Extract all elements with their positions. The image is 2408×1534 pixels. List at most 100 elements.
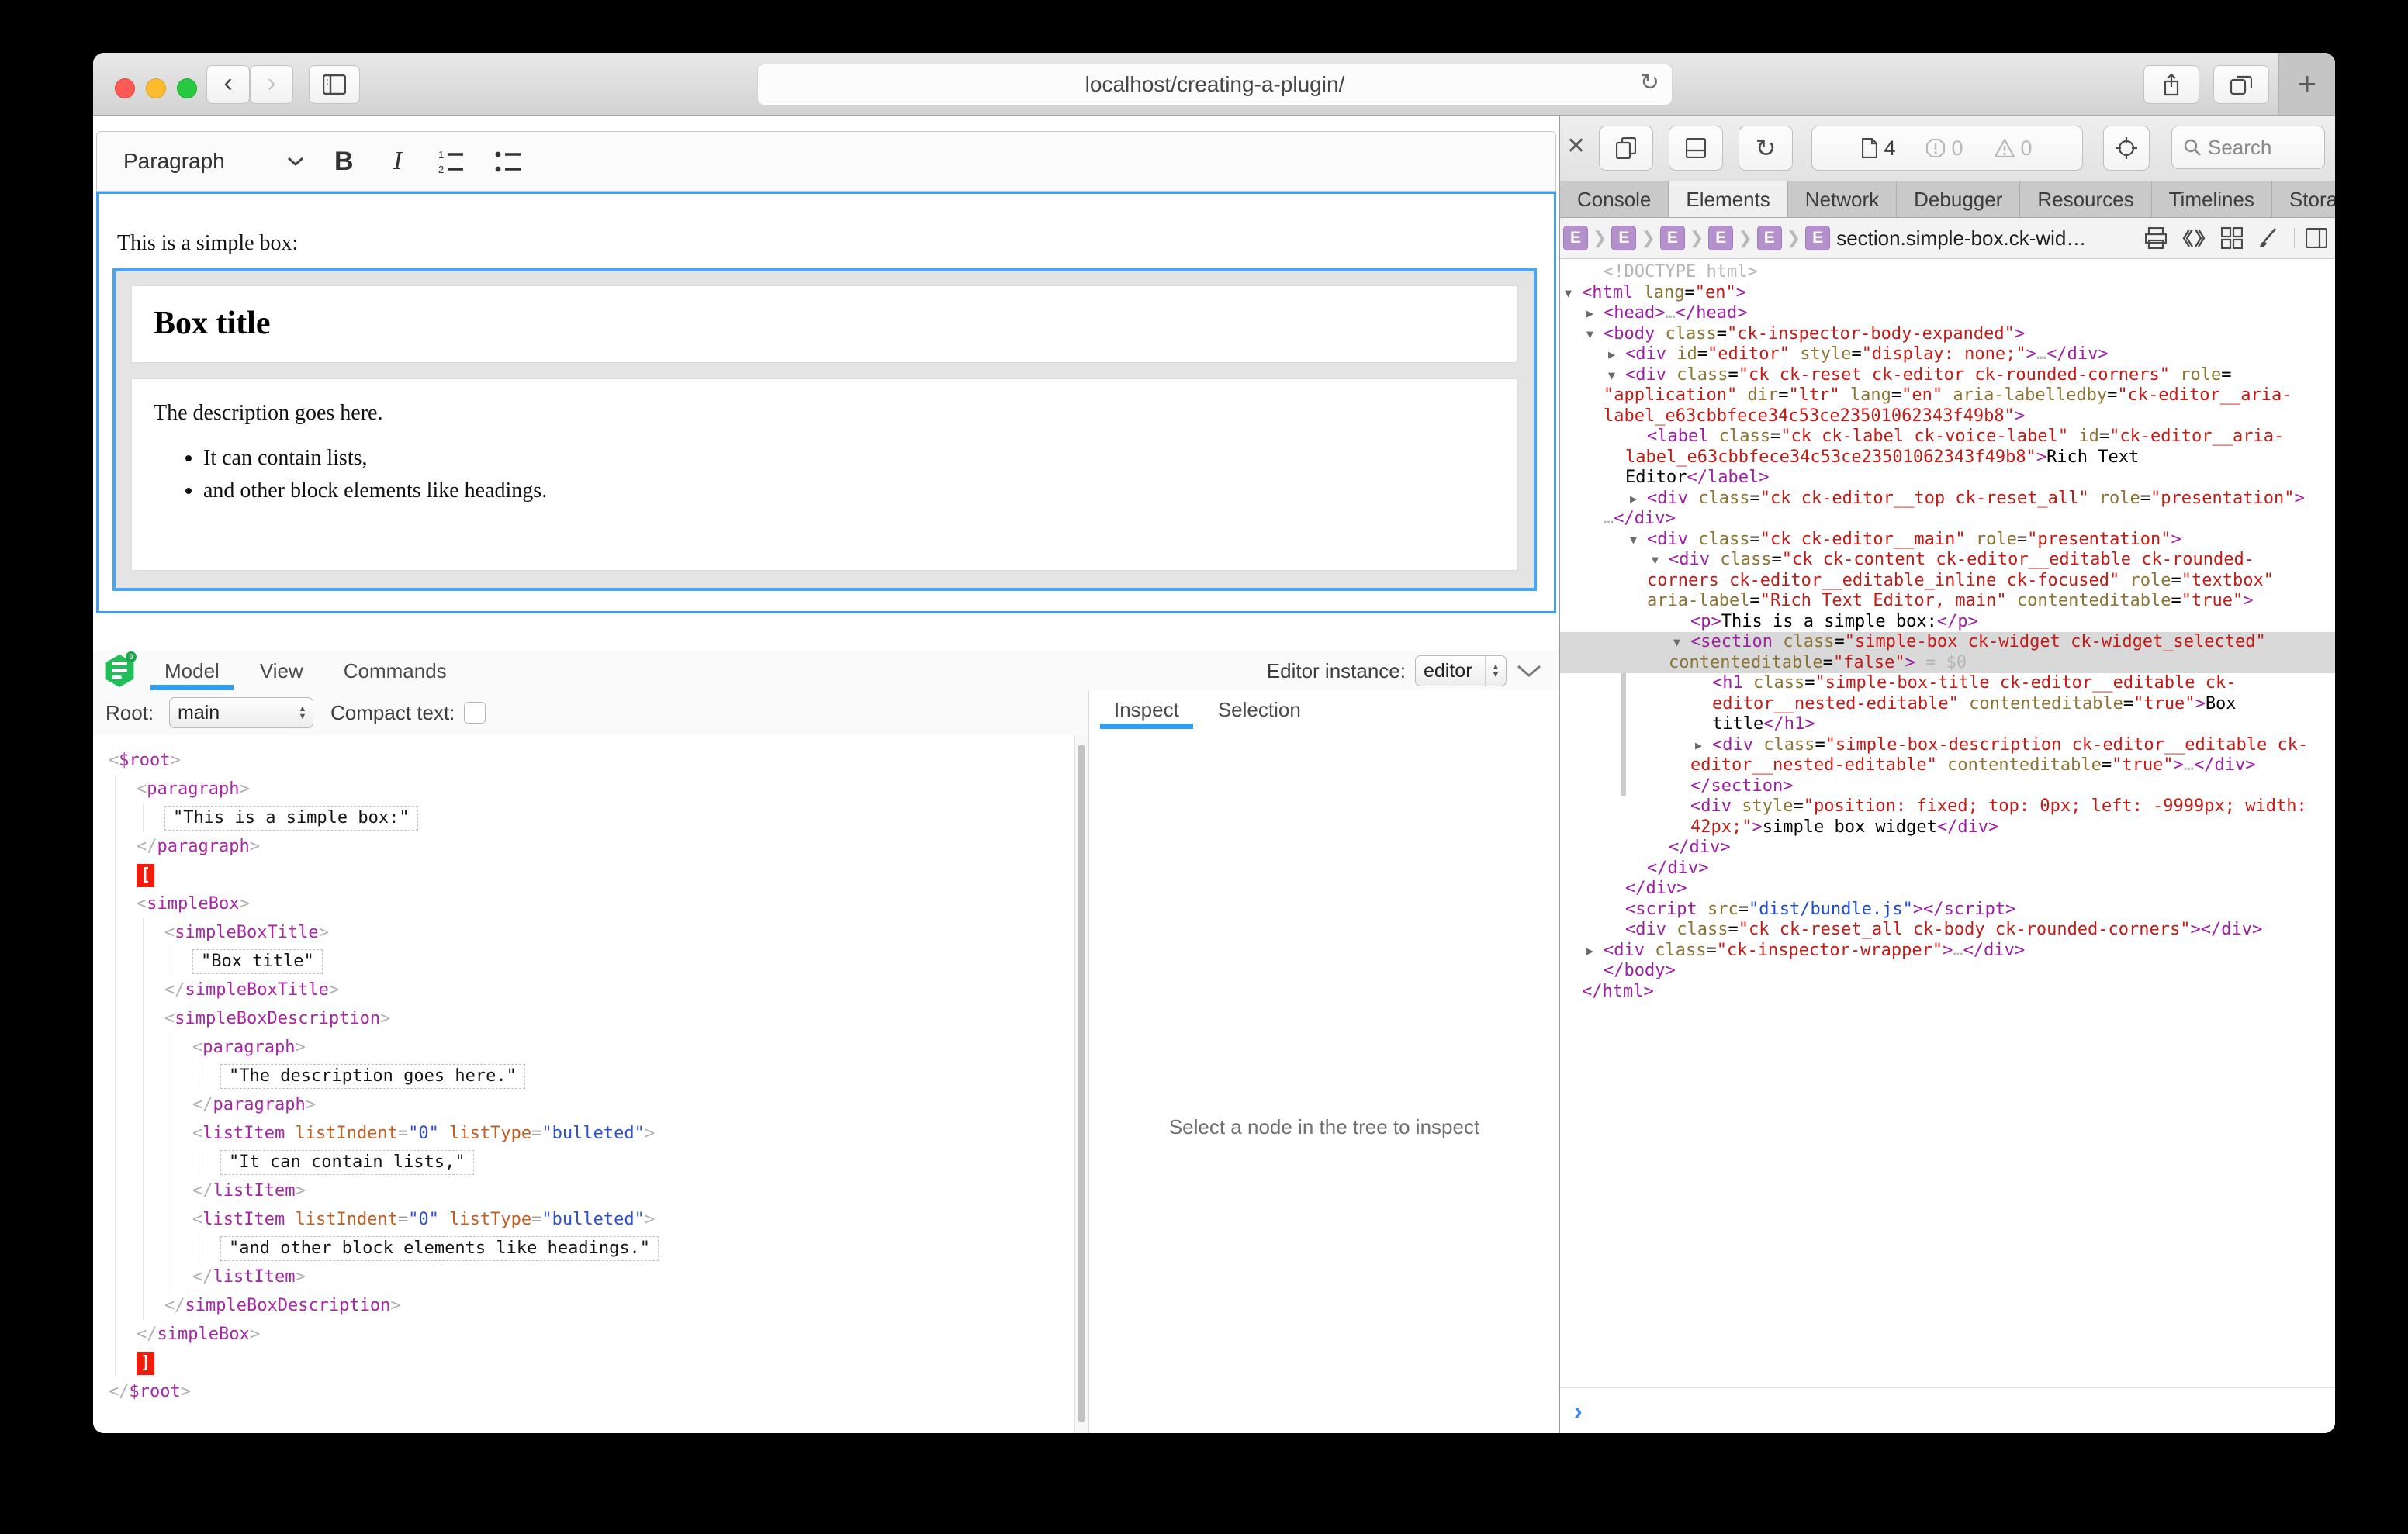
editor-editable-area[interactable]: This is a simple box: Box title The desc… xyxy=(96,192,1556,613)
inspector-tab-view[interactable]: View xyxy=(257,651,306,690)
dom-tree-row[interactable]: Editor</label> xyxy=(1560,468,2335,489)
reload-icon[interactable]: ↻ xyxy=(1640,69,1659,96)
model-tree-row[interactable]: <simpleBox> xyxy=(93,890,1074,918)
dom-tree-row[interactable]: aria-label="Rich Text Editor, main" cont… xyxy=(1560,591,2335,612)
breadcrumb-element-badge[interactable]: E xyxy=(1805,226,1830,250)
editor-instance-select[interactable]: editor ▲▼ xyxy=(1415,655,1507,686)
tree-scrollbar[interactable] xyxy=(1074,735,1089,1433)
breadcrumb-element-badge[interactable]: E xyxy=(1757,226,1782,250)
dom-tree-row[interactable]: </div> xyxy=(1560,879,2335,900)
dom-tree-row[interactable]: corners ck-editor__editable_inline ck-fo… xyxy=(1560,571,2335,592)
bold-button[interactable]: B xyxy=(334,132,354,191)
model-tree-row[interactable]: <listItem listIndent="0" listType="bulle… xyxy=(93,1119,1074,1148)
model-tree-row[interactable]: <simpleBoxDescription> xyxy=(93,1004,1074,1033)
description-list-item[interactable]: It can contain lists, xyxy=(203,446,1517,471)
side-tab-selection[interactable]: Selection xyxy=(1215,690,1304,729)
new-tab-button[interactable]: + xyxy=(2278,53,2335,115)
collapse-node-icon[interactable]: ▼ xyxy=(1565,283,1572,304)
breadcrumb-element-badge[interactable]: E xyxy=(1611,226,1636,250)
zoom-window-button[interactable] xyxy=(177,78,197,98)
collapse-node-icon[interactable]: ▼ xyxy=(1608,365,1615,386)
breadcrumb-element-badge[interactable]: E xyxy=(1708,226,1733,250)
model-tree-row[interactable]: </paragraph> xyxy=(93,1090,1074,1119)
dom-tree-row[interactable]: ▼<div class="ck ck-content ck-editor__ed… xyxy=(1560,550,2335,571)
model-tree-row[interactable]: </listItem> xyxy=(93,1263,1074,1291)
side-tab-inspect[interactable]: Inspect xyxy=(1111,690,1182,729)
devtools-tab-elements[interactable]: Elements xyxy=(1669,181,1787,217)
model-tree-row[interactable]: <$root> xyxy=(93,746,1074,775)
model-text-node[interactable]: "The description goes here." xyxy=(220,1064,525,1089)
description-paragraph[interactable]: The description goes here. xyxy=(132,379,1517,426)
model-text-node[interactable]: "Box title" xyxy=(192,949,323,974)
reload-page-button[interactable]: ↻ xyxy=(1739,126,1793,171)
simple-box-description-editable[interactable]: The description goes here. It can contai… xyxy=(131,378,1518,571)
styles-brush-icon[interactable] xyxy=(2258,227,2278,249)
dom-tree-row[interactable]: ▼<div class="ck ck-editor__main" role="p… xyxy=(1560,530,2335,551)
collapse-node-icon[interactable]: ▼ xyxy=(1673,632,1680,653)
bulleted-list-button[interactable] xyxy=(494,132,525,191)
dom-tree-row[interactable]: ▼<div class="ck ck-reset ck-editor ck-ro… xyxy=(1560,365,2335,386)
model-text-node[interactable]: "and other block elements like headings.… xyxy=(220,1236,659,1261)
dom-tree-row[interactable]: </body> xyxy=(1560,961,2335,982)
details-sidebar-icon[interactable] xyxy=(2294,228,2327,248)
model-tree-row[interactable]: "This is a simple box:" xyxy=(93,803,1074,832)
devtools-tab-console[interactable]: Console xyxy=(1560,181,1669,217)
model-tree-row[interactable]: </simpleBoxDescription> xyxy=(93,1291,1074,1320)
model-tree-row[interactable]: <listItem listIndent="0" listType="bulle… xyxy=(93,1205,1074,1234)
model-tree-row[interactable]: "The description goes here." xyxy=(93,1062,1074,1090)
dom-tree-row[interactable]: editor__nested-editable" contenteditable… xyxy=(1560,755,2335,776)
dom-tree-row[interactable]: editor__nested-editable" contenteditable… xyxy=(1560,694,2335,715)
dom-tree-row[interactable]: </div> xyxy=(1560,838,2335,859)
dom-tree-row[interactable]: <div class="ck ck-reset_all ck-body ck-r… xyxy=(1560,920,2335,941)
model-tree-row[interactable]: "and other block elements like headings.… xyxy=(93,1234,1074,1263)
dom-tree-row[interactable]: </section> xyxy=(1560,776,2335,797)
collapse-inspector-chevron-icon[interactable] xyxy=(1516,664,1542,678)
sidebar-button[interactable] xyxy=(309,65,360,104)
issues-summary-button[interactable]: 4 0 0 xyxy=(1811,126,2083,171)
description-list-item[interactable]: and other block elements like headings. xyxy=(203,479,1517,503)
tree-scrollbar-thumb[interactable] xyxy=(1078,745,1085,1422)
close-devtools-button[interactable]: ✕ xyxy=(1566,133,1586,160)
expand-node-icon[interactable]: ▶ xyxy=(1608,344,1615,365)
italic-button[interactable]: I xyxy=(393,132,402,191)
dom-tree-row[interactable]: ▼<body class="ck-inspector-body-expanded… xyxy=(1560,324,2335,345)
collapse-node-icon[interactable]: ▼ xyxy=(1630,530,1637,551)
dom-tree-row[interactable]: ▶<div class="ck ck-editor__top ck-reset_… xyxy=(1560,489,2335,510)
devtools-tab-resources[interactable]: Resources xyxy=(2020,181,2151,217)
print-styles-icon[interactable] xyxy=(2145,227,2167,249)
model-text-node[interactable]: "This is a simple box:" xyxy=(164,806,418,831)
model-tree-row[interactable]: "It can contain lists," xyxy=(93,1148,1074,1176)
quick-console[interactable]: › xyxy=(1560,1387,2335,1433)
dom-tree-row[interactable]: title</h1> xyxy=(1560,714,2335,735)
expand-node-icon[interactable]: ▶ xyxy=(1586,303,1593,324)
search-field[interactable]: Search xyxy=(2171,126,2325,169)
devtools-tab-network[interactable]: Network xyxy=(1788,181,1897,217)
compact-text-checkbox[interactable] xyxy=(464,702,486,724)
dom-tree-row[interactable]: <script src="dist/bundle.js"></script> xyxy=(1560,900,2335,921)
model-tree-row[interactable]: </simpleBox> xyxy=(93,1320,1074,1349)
breadcrumb-element-badge[interactable]: E xyxy=(1563,226,1588,250)
numbered-list-button[interactable]: 1 2 xyxy=(437,132,468,191)
simple-box-widget[interactable]: Box title The description goes here. It … xyxy=(112,268,1537,591)
dom-tree-row[interactable]: ▼<section class="simple-box ck-widget ck… xyxy=(1560,632,2335,653)
grid-overlay-icon[interactable] xyxy=(2221,227,2243,249)
box-title-heading[interactable]: Box title xyxy=(132,286,1517,342)
breadcrumb-selected-node[interactable]: section.simple-box.ck-wid… xyxy=(1836,226,2086,250)
devtools-tab-storage[interactable]: Storage xyxy=(2272,181,2335,217)
back-button[interactable]: ‹ xyxy=(206,65,250,104)
inspector-tab-model[interactable]: Model xyxy=(161,651,223,690)
dom-tree-row[interactable]: "application" dir="ltr" lang="en" aria-l… xyxy=(1560,385,2335,406)
dom-tree-row[interactable]: <div style="position: fixed; top: 0px; l… xyxy=(1560,796,2335,817)
forward-button[interactable]: › xyxy=(250,65,293,104)
root-select[interactable]: main ▲▼ xyxy=(169,697,313,728)
element-picker-button[interactable] xyxy=(2103,126,2150,171)
dom-tree-row[interactable]: </div> xyxy=(1560,859,2335,879)
expand-node-icon[interactable]: ▶ xyxy=(1630,489,1637,510)
collapse-node-icon[interactable]: ▼ xyxy=(1586,324,1593,345)
paragraph-dropdown-chevron[interactable] xyxy=(286,132,305,191)
breadcrumb-element-badge[interactable]: E xyxy=(1660,226,1685,250)
address-bar[interactable]: localhost/creating-a-plugin/ ↻ xyxy=(757,64,1673,105)
inspector-tab-commands[interactable]: Commands xyxy=(341,651,450,690)
dom-tree-row[interactable]: ▼<html lang="en"> xyxy=(1560,283,2335,304)
devtools-tab-debugger[interactable]: Debugger xyxy=(1897,181,2020,217)
